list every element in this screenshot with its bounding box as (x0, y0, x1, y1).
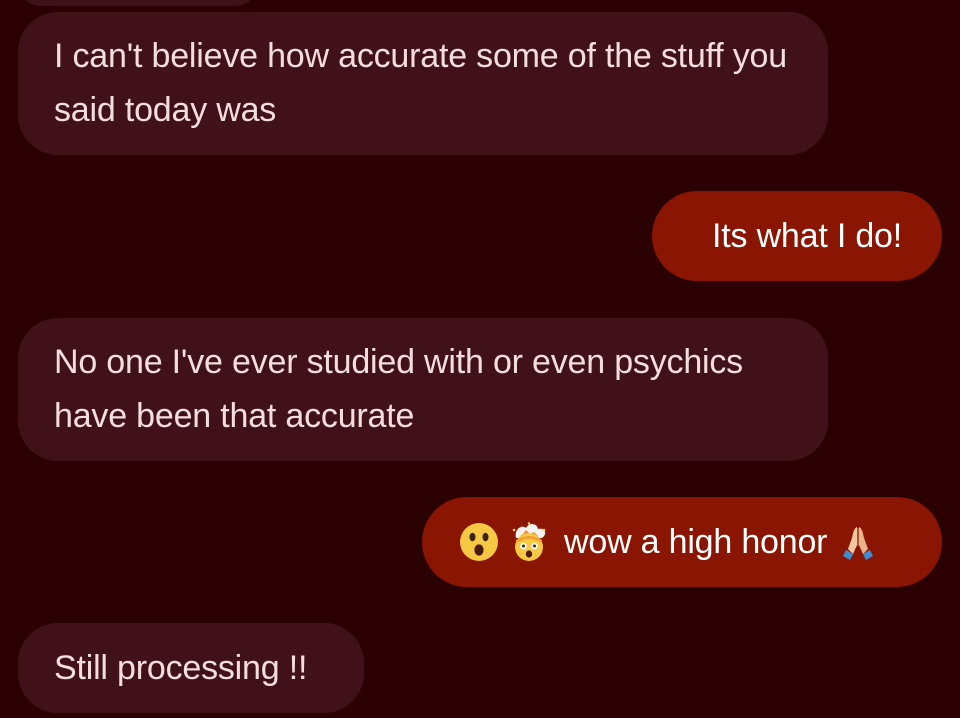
message-bubble-incoming[interactable] (18, 0, 258, 6)
conversation-view: I can't believe how accurate some of the… (0, 0, 960, 718)
astonished-face-emoji (460, 523, 498, 561)
message-text: I can't believe how accurate some of the… (54, 37, 787, 129)
message-bubble-incoming[interactable]: Still processing !! (18, 623, 364, 713)
folded-hands-emoji (843, 527, 874, 560)
message-bubble-outgoing[interactable]: Its what I do! (652, 191, 942, 281)
exploding-head-emoji (512, 522, 546, 561)
message-text: wow a high honor (564, 523, 828, 561)
message-bubble-outgoing[interactable]: wow a high honor (422, 497, 942, 587)
message-text: No one I've ever studied with or even ps… (54, 343, 743, 435)
message-bubble-incoming[interactable]: I can't believe how accurate some of the… (18, 12, 828, 155)
message-text: Still processing !! (54, 649, 308, 687)
message-text: Its what I do! (712, 217, 902, 255)
message-bubble-incoming[interactable]: No one I've ever studied with or even ps… (18, 318, 828, 461)
